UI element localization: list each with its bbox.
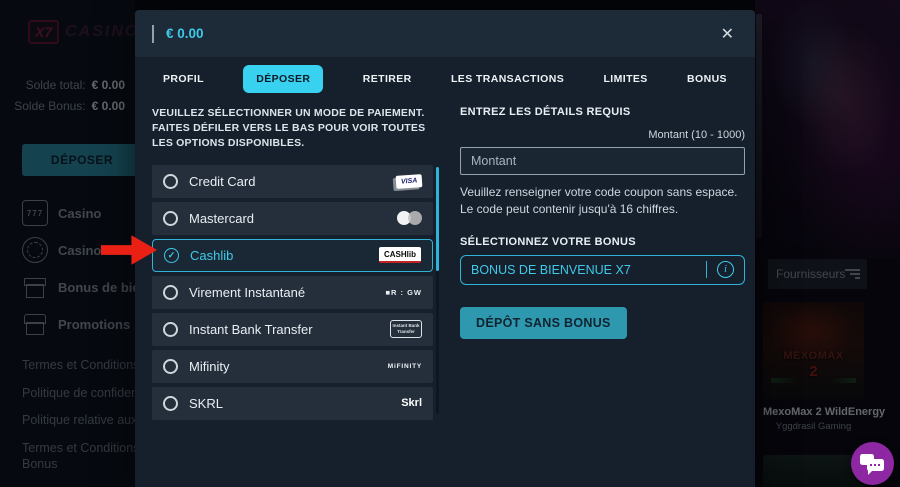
payment-method-label: SKRL	[189, 395, 223, 411]
payment-method-label: Cashlib	[190, 247, 234, 263]
deposit-modal: € 0.00 PROFIL DÉPOSER RETIRER LES TRANSACTI…	[135, 10, 755, 487]
payment-logo: Skrl	[401, 397, 422, 410]
scrollbar-thumb[interactable]	[436, 166, 439, 271]
payment-method-row[interactable]: Instant Bank Transfer Instant Bank Trans…	[152, 312, 433, 346]
payment-method-label: Instant Bank Transfer	[189, 321, 313, 337]
payment-method-row[interactable]: Mifinity MiFINITY	[152, 349, 433, 383]
payment-logo: ■R : GW	[385, 287, 422, 297]
radio-icon	[163, 321, 178, 337]
amount-input[interactable]	[460, 147, 745, 175]
payment-logo: MiFINITY	[387, 362, 422, 370]
payment-method-label: Virement Instantané	[189, 284, 306, 300]
modal-tab[interactable]: LIMITES	[603, 73, 647, 85]
payment-list: Credit Card VISA Mastercard Cashlib CASH…	[152, 164, 439, 420]
payment-method-row[interactable]: Virement Instantané ■R : GW	[152, 275, 433, 309]
modal-header: € 0.00	[135, 10, 755, 57]
amount-range-hint: Montant (10 - 1000)	[648, 129, 745, 141]
radio-icon	[163, 173, 178, 189]
bonus-selected-value: BONUS DE BIENVENUE X7	[471, 262, 631, 277]
live-chat-button[interactable]	[851, 442, 894, 485]
modal-tab[interactable]: LES TRANSACTIONS	[451, 73, 564, 85]
payment-method-label: Mifinity	[189, 358, 230, 374]
payment-method-row[interactable]: SKRL Skrl	[152, 386, 433, 420]
modal-tab[interactable]: PROFIL	[163, 73, 204, 85]
modal-tab[interactable]: BONUS	[687, 73, 727, 85]
info-icon[interactable]	[717, 261, 734, 279]
wallet-balance: € 0.00	[166, 26, 204, 41]
scrollbar[interactable]	[436, 166, 439, 414]
details-heading: ENTREZ LES DÉTAILS REQUIS	[460, 106, 631, 118]
deposit-details-panel: ENTREZ LES DÉTAILS REQUIS Montant (10 - …	[460, 106, 745, 339]
modal-tab[interactable]: RETIRER	[363, 73, 412, 85]
payment-instruction: VEUILLEZ SÉLECTIONNER UN MODE DE PAIEMEN…	[152, 107, 426, 150]
radio-icon	[164, 247, 179, 263]
payment-method-label: Mastercard	[189, 210, 255, 226]
divider	[706, 261, 707, 279]
modal-tab[interactable]: DÉPOSER	[243, 64, 324, 93]
modal-tab-bar: PROFIL DÉPOSER RETIRER LES TRANSACTIONS LIMI…	[135, 57, 755, 100]
header-accent-bar	[152, 24, 154, 43]
payment-method-row[interactable]: Cashlib CASHlib	[152, 238, 433, 272]
bonus-select[interactable]: BONUS DE BIENVENUE X7	[460, 254, 745, 285]
annotation-arrow-icon	[101, 235, 158, 265]
screen: X7 CASINO Solde total: € 0.00 Solde Bonu…	[0, 0, 900, 487]
deposit-without-bonus-button[interactable]: DÉPÔT SANS BONUS	[460, 306, 627, 339]
radio-icon	[163, 358, 178, 374]
payment-methods-panel: VEUILLEZ SÉLECTIONNER UN MODE DE PAIEMEN…	[152, 106, 444, 424]
payment-logo: Instant Bank Transfer	[390, 320, 422, 338]
chat-icon-front	[867, 459, 884, 475]
payment-logo: CASHlib	[379, 247, 421, 264]
payment-method-row[interactable]: Credit Card VISA	[152, 164, 433, 198]
payment-method-label: Credit Card	[189, 173, 256, 189]
radio-icon	[163, 395, 178, 411]
payment-logo	[397, 210, 422, 226]
payment-logo: VISA	[395, 173, 423, 189]
radio-icon	[163, 210, 178, 226]
check-icon	[165, 249, 178, 262]
bonus-heading: SÉLECTIONNEZ VOTRE BONUS	[460, 235, 636, 248]
coupon-note: Veuillez renseigner votre code coupon sa…	[460, 185, 738, 217]
close-icon[interactable]	[717, 22, 738, 46]
payment-method-row[interactable]: Mastercard	[152, 201, 433, 235]
radio-icon	[163, 284, 178, 300]
